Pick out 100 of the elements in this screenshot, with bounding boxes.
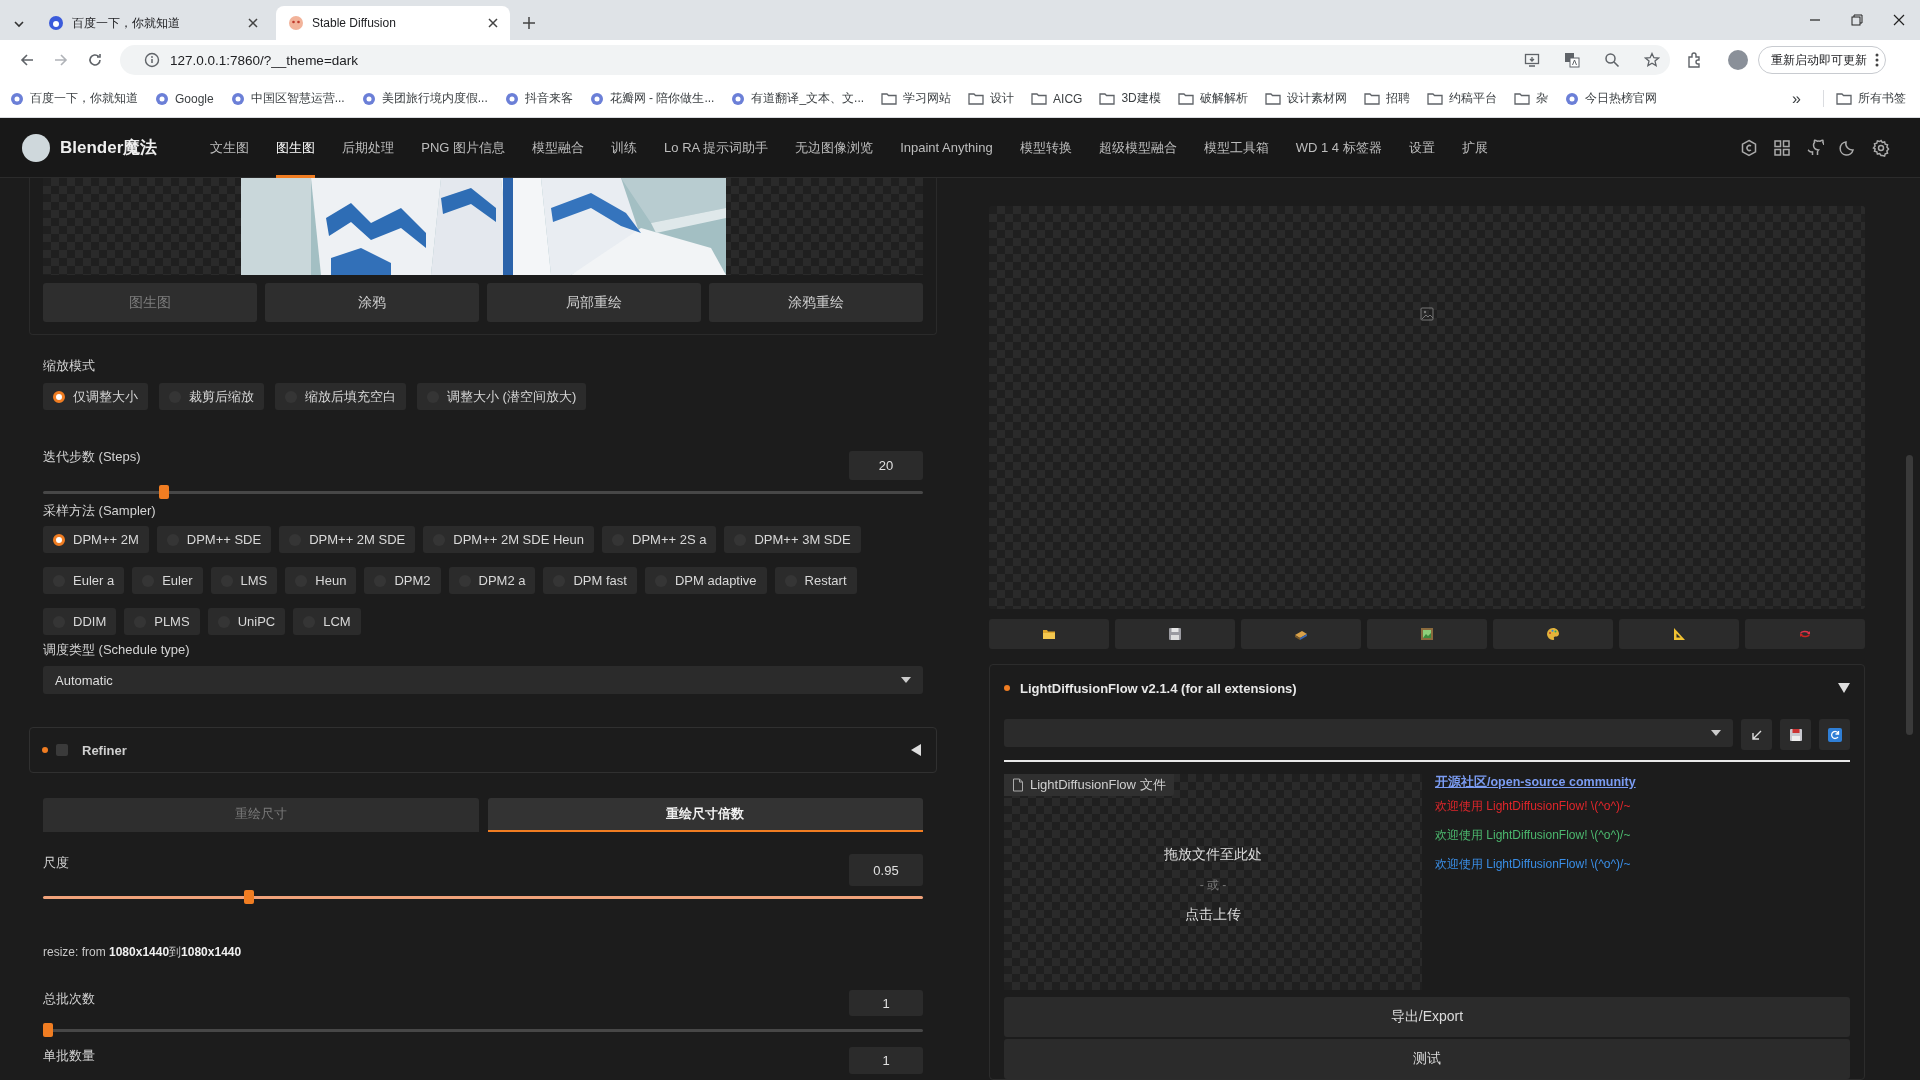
mode-tab[interactable]: 涂鸦 [265,283,479,322]
slider-thumb[interactable] [43,1023,53,1037]
radio-option[interactable]: LCM [293,608,361,635]
tool-button[interactable] [1493,619,1613,649]
tool-button[interactable] [989,619,1109,649]
restore-icon[interactable] [1851,14,1863,26]
nav-tab[interactable]: WD 1 4 标签器 [1295,117,1382,178]
close-icon[interactable] [1893,14,1905,26]
radio-option[interactable]: DPM++ SDE [156,526,272,553]
nav-tab[interactable]: 模型融合 [532,117,585,178]
mode-tab[interactable]: 涂鸦重绘 [709,283,923,322]
nav-tab[interactable]: 超级模型融合 [1098,117,1177,178]
nav-tab[interactable]: 无边图像浏览 [795,117,874,178]
radio-option[interactable]: DPM++ 2M [43,526,149,553]
nav-tab[interactable]: 后期处理 [342,117,395,178]
github-icon[interactable] [1806,138,1824,157]
slider-thumb[interactable] [243,890,254,904]
close-icon[interactable] [486,16,500,30]
accordion-header[interactable]: LightDiffusionFlow v2.1.4 (for all extensions) [1004,670,1850,706]
translate-icon[interactable] [1564,52,1580,68]
triangle-icon[interactable] [1838,682,1850,694]
bookmark[interactable]: 百度一下，你就知道 [10,90,138,107]
triangle-icon[interactable] [910,744,922,756]
all-bookmarks[interactable]: 所有书签 [1823,90,1906,107]
import-button[interactable] [1741,719,1772,750]
reload-icon[interactable] [87,52,103,68]
grid-icon[interactable] [1773,138,1791,157]
browser-tab[interactable]: Stable Diffusion [276,6,510,40]
nav-tab[interactable]: 设置 [1408,117,1435,178]
moon-icon[interactable] [1839,138,1857,157]
radio-option[interactable]: LMS [210,567,278,594]
browser-tab[interactable]: 百度一下，你就知道 [36,6,270,40]
bookmark[interactable]: 设计 [968,90,1015,107]
bookmark[interactable]: 招聘 [1363,90,1410,107]
bookmark[interactable]: 今日热榜官网 [1564,90,1657,107]
star-icon[interactable] [1644,52,1660,68]
hexagon-icon[interactable] [1740,138,1758,157]
tool-button[interactable] [1115,619,1235,649]
scrollbar[interactable] [1906,455,1913,735]
site-info-icon[interactable] [144,52,160,68]
bookmark[interactable]: 抖音来客 [504,90,573,107]
radio-option[interactable]: DPM++ 2S a [602,526,717,553]
export-button[interactable]: 导出/Export [1004,997,1850,1037]
number-field[interactable]: 1 [849,1047,923,1074]
radio-option[interactable]: Euler [132,567,203,594]
zoom-icon[interactable] [1604,52,1620,68]
mode-tab[interactable]: 局部重绘 [487,283,701,322]
radio-option[interactable]: UniPC [207,608,286,635]
slider-track[interactable] [43,485,923,499]
slider-track[interactable] [43,890,923,904]
bookmark[interactable]: 学习网站 [881,90,952,107]
nav-tab[interactable]: Inpaint Anything [900,117,993,178]
bookmark[interactable]: 设计素材网 [1264,90,1347,107]
save-button[interactable] [1780,719,1811,750]
install-icon[interactable] [1524,52,1540,68]
radio-option[interactable]: Euler a [43,567,125,594]
dropdown[interactable]: Automatic [43,666,923,694]
radio-option[interactable]: DPM2 [364,567,441,594]
bookmark[interactable]: 3D建模 [1099,90,1161,107]
community-link[interactable]: 开源社区/open-source community [1435,774,1636,791]
radio-option[interactable]: DPM adaptive [644,567,767,594]
settings-icon[interactable] [1872,138,1890,157]
back-icon[interactable] [19,52,35,68]
radio-option[interactable]: DPM++ 2M SDE Heun [423,526,595,553]
radio-option[interactable]: DPM++ 2M SDE [279,526,416,553]
new-tab-icon[interactable] [522,16,536,30]
bookmark[interactable]: 有道翻译_文本、文... [731,90,865,107]
radio-option[interactable]: 调整大小 (潜空间放大) [417,383,587,410]
radio-option[interactable]: DPM2 a [448,567,536,594]
refresh-button[interactable] [1819,719,1850,750]
checkbox[interactable] [56,744,68,756]
profile-avatar[interactable] [1728,50,1748,70]
nav-tab[interactable]: 扩展 [1461,117,1488,178]
radio-option[interactable]: DPM fast [543,567,637,594]
radio-option[interactable]: PLMS [124,608,200,635]
bookmark[interactable]: Google [155,91,214,106]
bookmark[interactable]: 杂 [1513,90,1548,107]
bookmark[interactable]: 破解解析 [1177,90,1248,107]
nav-tab[interactable]: 模型转换 [1019,117,1072,178]
nav-tab[interactable]: 模型工具箱 [1203,117,1269,178]
test-button[interactable]: 测试 [1004,1039,1850,1079]
close-icon[interactable] [246,16,260,30]
accordion-header[interactable]: Refiner [29,727,937,773]
update-button[interactable]: 重新启动即可更新 [1758,46,1886,74]
radio-option[interactable]: 裁剪后缩放 [159,383,264,410]
radio-option[interactable]: Restart [774,567,857,594]
radio-option[interactable]: 仅调整大小 [43,383,148,410]
number-field[interactable]: 1 [849,990,923,1016]
file-drop-zone[interactable]: LightDiffusionFlow 文件 拖放文件至此处 - 或 - 点击上传 [1004,774,1422,990]
radio-option[interactable]: 缩放后填充空白 [275,383,406,410]
bookmark[interactable]: AICG [1031,90,1083,107]
bookmark[interactable]: 花瓣网 - 陪你做生... [589,90,715,107]
nav-tab[interactable]: 文生图 [210,117,250,178]
size-tab[interactable]: 重绘尺寸倍数 [487,798,923,832]
radio-option[interactable]: DPM++ 3M SDE [724,526,861,553]
radio-option[interactable]: DDIM [43,608,117,635]
more-bookmarks[interactable]: » [1792,89,1801,108]
number-field[interactable]: 20 [849,451,923,480]
nav-tab[interactable]: PNG 图片信息 [421,117,506,178]
bookmark[interactable]: 中国区智慧运营... [230,90,345,107]
